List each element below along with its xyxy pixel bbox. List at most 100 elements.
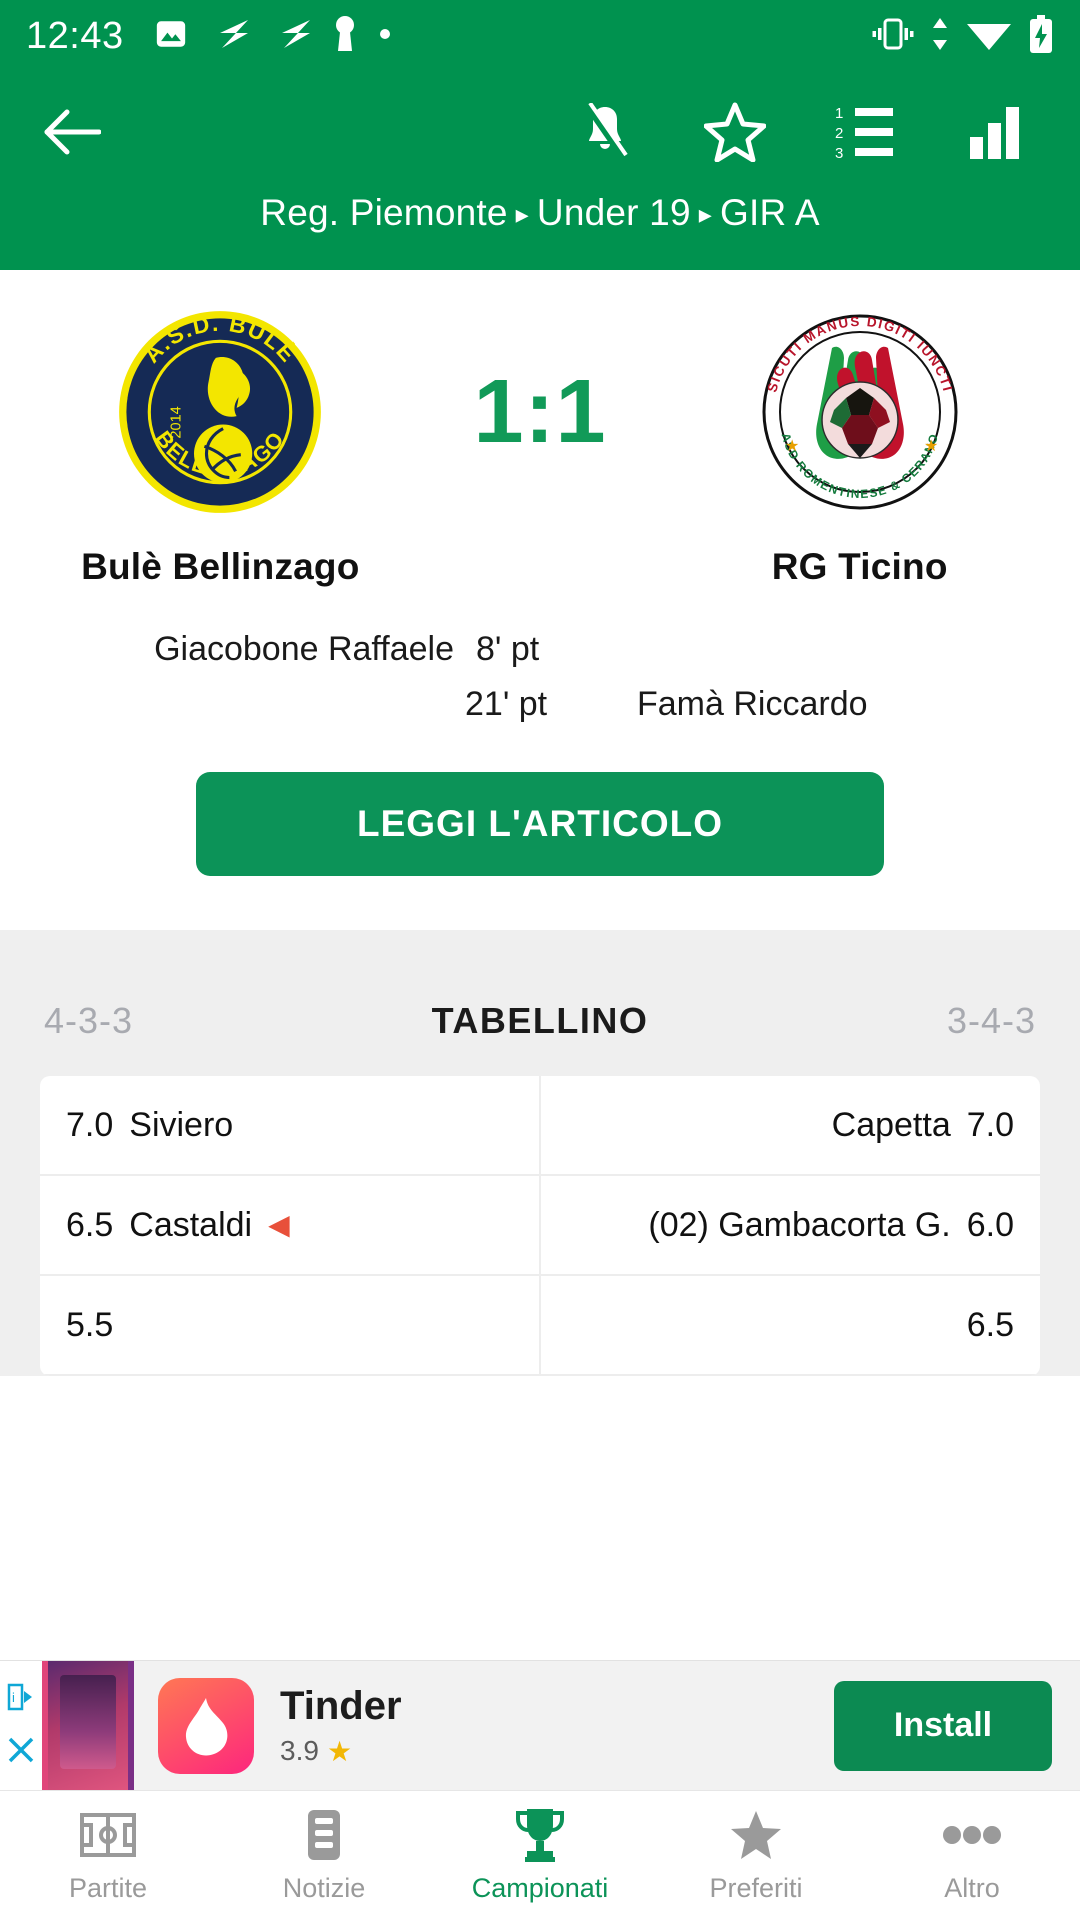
lineup-cell-home[interactable]: 6.5 Castaldi ◀ [40,1176,541,1274]
lineup-cell-away[interactable]: 6.5 [541,1276,1040,1374]
lineup-cell-away[interactable]: (02) Gambacorta G. 6.0 [541,1176,1040,1274]
table-row[interactable]: 6.5 Castaldi ◀ (02) Gambacorta G. 6.0 [40,1176,1040,1276]
nav-label-notizie: Notizie [282,1873,366,1903]
nav-item-partite[interactable]: Partite [0,1807,216,1904]
data-transfer-icon [930,17,950,56]
nav-label-altro: Altro [944,1873,1000,1903]
table-row[interactable]: 7.0 Siviero Capetta 7.0 [40,1076,1040,1176]
dot-icon [378,27,392,46]
image-icon [154,17,188,56]
stats-bars-button[interactable] [958,95,1032,169]
player-rating: 6.5 [966,1305,1014,1344]
scorer-row-away-spacer [40,685,465,724]
ad-screenshot-thumbnail[interactable] [42,1660,134,1791]
tabellino-section: 4-3-3 TABELLINO 3-4-3 7.0 Siviero Capett… [0,930,1080,1376]
telegram-arrow-icon [272,18,312,55]
ad-banner[interactable]: i Tinder 3.9 ★ Install [0,1660,1080,1791]
table-row[interactable]: 5.5 6.5 [40,1276,1040,1376]
vibrate-icon [872,17,914,56]
home-crest-wrap: A.S.D. BULÈ BELLINZAGO 2014 [116,304,324,520]
breadcrumb: Reg. Piemonte ▸ Under 19 ▸ GIR A [0,192,1080,244]
svg-text:★: ★ [785,438,799,455]
breadcrumb-separator: ▸ [515,199,529,229]
lineup-cell-away[interactable]: Capetta 7.0 [541,1076,1040,1174]
trophy-icon [513,1807,567,1863]
favorite-star-button[interactable] [698,95,772,169]
away-crest-wrap: SICUTI MANUS DIGITI IUNCTI ASD ROMENTINE… [760,304,960,520]
ad-rating-row: 3.9 ★ [280,1735,834,1768]
nav-item-preferiti[interactable]: Preferiti [648,1807,864,1904]
status-bar-system-icons [872,14,1054,58]
player-rating: 5.5 [66,1305,114,1344]
breadcrumb-region[interactable]: Reg. Piemonte [260,192,507,233]
app-bar-actions: 1 2 3 [568,95,1046,169]
tabellino-title: TABELLINO [431,1000,649,1041]
home-team[interactable]: A.S.D. BULÈ BELLINZAGO 2014 Bulè Bellinz… [58,304,383,588]
nav-label-preferiti: Preferiti [709,1873,803,1903]
substitution-out-icon: ◀ [268,1209,290,1240]
home-team-name: Bulè Bellinzago [81,546,360,587]
breadcrumb-category[interactable]: Under 19 [537,192,691,233]
away-team-crest-icon: SICUTI MANUS DIGITI IUNCTI ASD ROMENTINE… [762,314,958,510]
teams-row: A.S.D. BULÈ BELLINZAGO 2014 Bulè Bellinz… [0,304,1080,588]
scorer-home-minute: 8' pt [476,630,540,668]
nav-item-campionati[interactable]: Campionati [432,1807,648,1904]
battery-charging-icon [1028,14,1054,58]
match-summary-card: A.S.D. BULÈ BELLINZAGO 2014 Bulè Bellinz… [0,270,1080,930]
scorer-away-player: Famà Riccardo [637,685,868,723]
scorer-row-away: 21' pt Famà Riccardo [40,677,1040,732]
scorer-home-player: Giacobone Raffaele [154,630,454,668]
star-icon [730,1807,782,1863]
ordered-list-button[interactable]: 1 2 3 [828,95,902,169]
scorer-away-minute: 21' pt [465,685,548,723]
more-dots-icon [943,1807,1001,1863]
nav-item-notizie[interactable]: Notizie [216,1807,432,1904]
tabellino-header: 4-3-3 TABELLINO 3-4-3 [0,1000,1080,1076]
home-formation: 4-3-3 [44,1000,134,1041]
ad-app-name: Tinder [280,1683,402,1728]
wifi-icon [966,17,1012,56]
adchoices-icon[interactable]: i [6,1682,36,1717]
pitch-icon [80,1807,136,1863]
home-team-crest-icon: A.S.D. BULÈ BELLINZAGO 2014 [119,310,322,513]
player-name: (02) Gambacorta G. [648,1205,951,1244]
player-name: Capetta [831,1105,951,1144]
keyhole-icon [334,15,356,57]
ad-rating-value: 3.9 [280,1735,319,1766]
nav-label-partite: Partite [68,1873,148,1903]
read-article-wrap: LEGGI L'ARTICOLO [0,732,1080,930]
ad-text-block: Tinder 3.9 ★ [280,1684,834,1768]
lineup-cell-home[interactable]: 7.0 Siviero [40,1076,541,1174]
player-rating: 6.0 [966,1205,1014,1244]
app-bar: 1 2 3 Reg. Piemonte ▸ Under 19 ▸ GIR A [0,72,1080,270]
star-icon: ★ [326,1735,353,1767]
ad-controls: i [0,1660,42,1791]
svg-text:3: 3 [835,145,843,161]
svg-text:1: 1 [835,105,843,122]
scorer-row-home-spacer [626,630,1040,669]
player-name: Siviero [129,1105,234,1144]
lineup-cell-home[interactable]: 5.5 [40,1276,541,1374]
nav-label-campionati: Campionati [471,1873,609,1903]
away-team[interactable]: SICUTI MANUS DIGITI IUNCTI ASD ROMENTINE… [697,304,1022,588]
svg-text:★: ★ [924,438,938,455]
read-article-button[interactable]: LEGGI L'ARTICOLO [196,772,884,876]
close-icon[interactable] [6,1735,36,1770]
ad-install-button[interactable]: Install [834,1680,1052,1771]
back-button[interactable] [34,94,110,170]
player-rating: 7.0 [966,1105,1014,1144]
player-rating: 7.0 [66,1105,114,1144]
svg-text:2014: 2014 [169,406,185,438]
away-team-name: RG Ticino [771,546,948,587]
nav-item-altro[interactable]: Altro [864,1807,1080,1904]
telegram-arrow-icon [210,18,250,55]
notifications-off-button[interactable] [568,95,642,169]
status-bar: 12:43 [0,0,1080,72]
svg-text:i: i [12,1690,15,1705]
scorer-row-home: Giacobone Raffaele 8' pt [40,622,1040,677]
breadcrumb-group[interactable]: GIR A [720,192,820,233]
news-icon [304,1807,344,1863]
status-bar-clock: 12:43 [26,14,124,57]
match-score: 1:1 [473,362,607,462]
breadcrumb-separator: ▸ [698,199,712,229]
